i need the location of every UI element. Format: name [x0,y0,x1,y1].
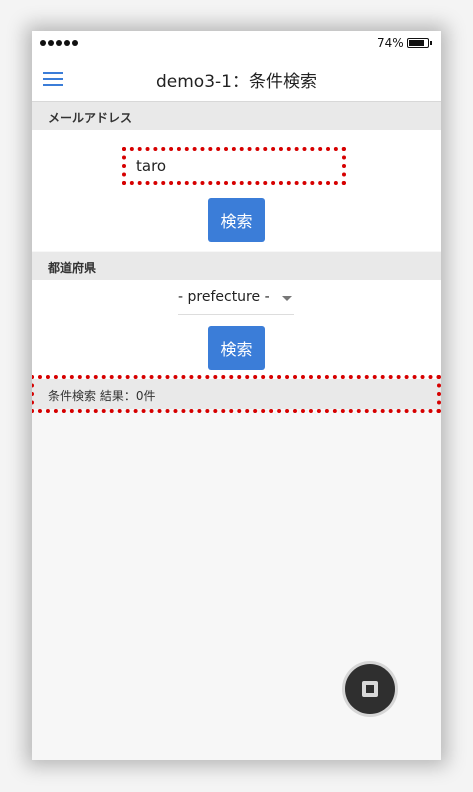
result-highlight [32,375,441,413]
prefecture-section-body: - prefecture - 検索 [32,280,441,379]
email-section-body: 検索 [32,130,441,251]
status-bar: 74% [32,31,441,55]
battery-icon [407,38,432,48]
battery-percentage: 74% [377,36,404,50]
prefecture-select[interactable]: - prefecture - [178,286,294,315]
nav-bar: demo3-1：条件検索 [32,55,441,102]
floating-stop-button[interactable] [342,661,398,717]
email-input[interactable] [124,150,342,182]
page-title: demo3-1：条件検索 [156,72,317,92]
stop-square-icon [362,681,378,697]
prefecture-section-label: 都道府県 [48,261,97,275]
prefecture-select-value: - prefecture - [178,289,270,305]
email-section-header: メールアドレス [32,102,441,130]
phone-screen: 74% demo3-1：条件検索 メールアドレス 検索 都道府県 - prefe… [32,31,441,760]
chevron-down-icon [282,296,292,301]
email-section-label: メールアドレス [48,111,133,125]
prefecture-section-header: 都道府県 [32,252,441,280]
signal-strength-icon [40,40,78,46]
prefecture-search-button[interactable]: 検索 [208,326,265,370]
email-search-button[interactable]: 検索 [208,198,265,242]
